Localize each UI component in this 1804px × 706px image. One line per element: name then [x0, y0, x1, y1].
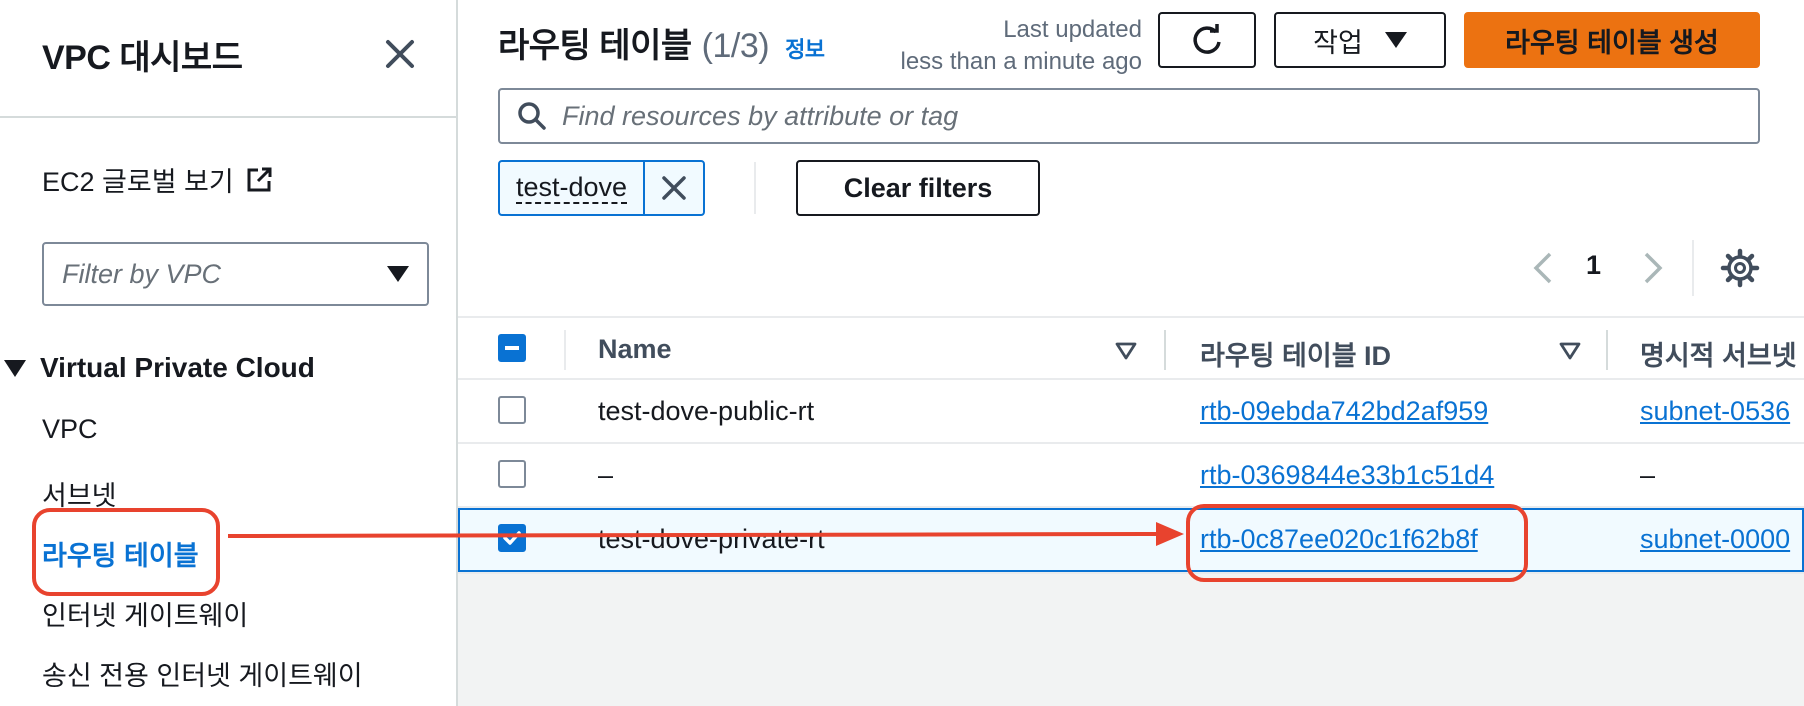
column-header-name[interactable]: Name: [598, 334, 672, 365]
section-title: Virtual Private Cloud: [40, 352, 315, 383]
external-link-icon: [247, 167, 272, 191]
highlight-box-route-table-id: [1186, 504, 1528, 582]
cell-name: –: [598, 460, 614, 490]
row-checkbox[interactable]: [498, 460, 526, 488]
column-divider: [564, 330, 566, 370]
clear-filters-button[interactable]: Clear filters: [796, 160, 1040, 216]
close-icon[interactable]: [380, 34, 420, 74]
sidebar-divider: [0, 116, 456, 118]
subnet-link[interactable]: subnet-0000: [1640, 524, 1790, 555]
filter-token: test-dove: [498, 160, 706, 216]
actions-label: 작업: [1313, 27, 1363, 58]
subnet-link[interactable]: subnet-0536: [1640, 396, 1790, 427]
table-empty-area: [458, 572, 1804, 706]
checkmark-icon: [503, 531, 521, 545]
sort-icon[interactable]: [1114, 340, 1138, 362]
ec2-global-view-link[interactable]: EC2 글로벌 보기: [42, 160, 274, 199]
vpc-filter-select[interactable]: Filter by VPC: [42, 242, 429, 306]
search-input[interactable]: Find resources by attribute or tag: [498, 88, 1760, 144]
filter-divider: [754, 162, 756, 214]
route-table-id-link[interactable]: rtb-09ebda742bd2af959: [1200, 396, 1488, 427]
column-header-explicit-subnet[interactable]: 명시적 서브넷 연: [1640, 334, 1804, 373]
close-icon: [662, 176, 686, 200]
refresh-button[interactable]: [1158, 12, 1256, 68]
previous-page-icon[interactable]: [1528, 248, 1558, 288]
create-route-table-button[interactable]: 라우팅 테이블 생성: [1464, 12, 1760, 68]
cell-name: test-dove-private-rt: [598, 524, 825, 554]
cell-subnet: –: [1640, 460, 1656, 490]
select-all-checkbox[interactable]: [498, 334, 526, 362]
filter-token-text: test-dove: [516, 172, 628, 204]
current-page-number[interactable]: 1: [1586, 250, 1601, 281]
ec2-global-view-label: EC2 글로벌 보기: [42, 167, 234, 197]
sidebar: VPC 대시보드 EC2 글로벌 보기 Filter by VPC Virtua…: [0, 0, 458, 706]
caret-down-icon: [387, 266, 409, 282]
search-icon: [518, 102, 546, 130]
table-header: Name 라우팅 테이블 ID 명시적 서브넷 연: [458, 316, 1804, 380]
highlight-box-sidebar: [32, 508, 220, 596]
table-row[interactable]: – rtb-0369844e33b1c51d4 –: [458, 444, 1804, 508]
sidebar-item-internet-gateways[interactable]: 인터넷 게이트웨이: [42, 594, 248, 633]
last-updated-line2: less than a minute ago: [900, 48, 1143, 75]
column-divider[interactable]: [1606, 330, 1608, 370]
gear-icon[interactable]: [1720, 248, 1760, 288]
remove-filter-button[interactable]: [645, 162, 703, 214]
row-checkbox[interactable]: [498, 524, 526, 552]
sidebar-item-egress-only-igw[interactable]: 송신 전용 인터넷 게이트웨이: [42, 654, 363, 693]
search-placeholder: Find resources by attribute or tag: [562, 100, 959, 131]
route-table-id-link[interactable]: rtb-0369844e33b1c51d4: [1200, 460, 1494, 491]
cell-name: test-dove-public-rt: [598, 396, 815, 426]
last-updated-line1: Last updated: [1003, 16, 1142, 43]
caret-down-icon: [1384, 32, 1407, 48]
column-header-route-table-id[interactable]: 라우팅 테이블 ID: [1200, 334, 1391, 373]
expand-triangle-icon: [4, 359, 26, 377]
actions-dropdown-button[interactable]: 작업: [1274, 12, 1446, 68]
pagination-divider: [1692, 240, 1694, 296]
refresh-icon: [1193, 24, 1221, 54]
page-title: 라우팅 테이블: [498, 27, 692, 65]
sidebar-item-vpc[interactable]: VPC: [42, 414, 98, 445]
sort-icon[interactable]: [1558, 340, 1582, 362]
table-row-selected[interactable]: test-dove-private-rt rtb-0c87ee020c1f62b…: [458, 508, 1804, 572]
table-row[interactable]: test-dove-public-rt rtb-09ebda742bd2af95…: [458, 380, 1804, 444]
filter-token-label[interactable]: test-dove: [500, 162, 646, 214]
section-virtual-private-cloud[interactable]: Virtual Private Cloud: [4, 352, 315, 384]
column-divider[interactable]: [1164, 330, 1166, 370]
row-checkbox[interactable]: [498, 396, 526, 424]
sidebar-title: VPC 대시보드: [42, 39, 243, 77]
next-page-icon[interactable]: [1638, 248, 1668, 288]
selection-count: (1/3): [701, 27, 770, 65]
last-updated: Last updated less than a minute ago: [878, 14, 1143, 78]
vpc-filter-placeholder: Filter by VPC: [62, 258, 222, 289]
page-title-group: 라우팅 테이블 (1/3) 정보: [498, 18, 825, 67]
main-content: 라우팅 테이블 (1/3) 정보 Last updated less than …: [458, 0, 1804, 706]
info-link[interactable]: 정보: [785, 32, 825, 64]
